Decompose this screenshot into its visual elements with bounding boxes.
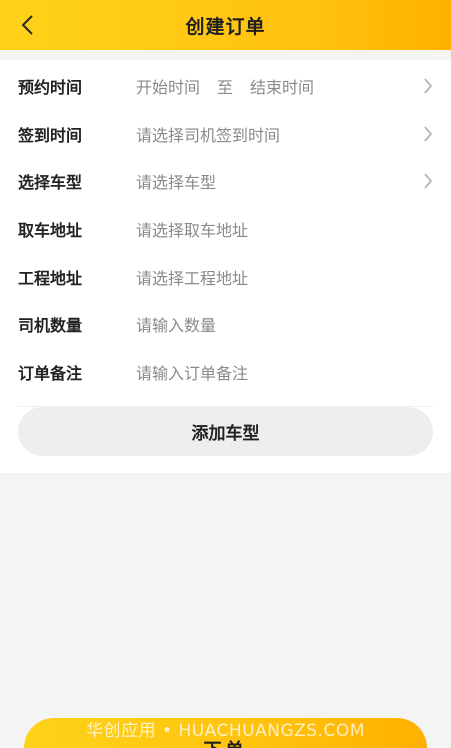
start-time-field[interactable]: 开始时间 [136,74,200,98]
chevron-right-icon [421,124,435,144]
row-order-notes[interactable]: 订单备注 请输入订单备注 [0,348,451,396]
submit-order-label: 下单 [204,736,248,748]
add-vehicle-type-button[interactable]: 添加车型 [18,407,433,456]
row-checkin-time[interactable]: 签到时间 请选择司机签到时间 [0,110,451,158]
row-reservation-time[interactable]: 预约时间 开始时间 至 结束时间 [0,62,451,110]
pickup-address-label: 取车地址 [18,221,83,240]
reservation-time-label: 预约时间 [18,78,83,97]
checkin-time-label: 签到时间 [18,126,83,145]
project-address-field[interactable]: 请选择工程地址 [136,265,248,289]
row-project-address[interactable]: 工程地址 请选择工程地址 [0,253,451,301]
row-pickup-address[interactable]: 取车地址 请选择取车地址 [0,205,451,253]
header-bar: 创建订单 [0,0,451,50]
chevron-right-icon [421,171,435,191]
chevron-right-icon [421,76,435,96]
driver-count-input[interactable]: 请输入数量 [136,312,216,336]
row-driver-count[interactable]: 司机数量 请输入数量 [0,300,451,348]
driver-count-label: 司机数量 [18,316,83,335]
range-separator: 至 [217,78,234,97]
vehicle-type-label: 选择车型 [18,173,83,192]
row-vehicle-type[interactable]: 选择车型 请选择车型 [0,157,451,205]
order-notes-input[interactable]: 请输入订单备注 [136,360,248,384]
order-notes-label: 订单备注 [18,364,83,383]
project-address-label: 工程地址 [18,269,83,288]
pickup-address-field[interactable]: 请选择取车地址 [136,217,248,241]
vehicle-type-field[interactable]: 请选择车型 [136,169,216,193]
back-button[interactable] [14,11,40,39]
chevron-left-icon [21,15,33,35]
reservation-time-range: 开始时间 至 结束时间 [136,74,314,98]
order-form: 预约时间 开始时间 至 结束时间 签到时间 请选择司机签到时间 选择车型 请选择… [0,60,451,473]
end-time-field[interactable]: 结束时间 [250,74,314,98]
page-title: 创建订单 [185,15,266,38]
submit-order-button[interactable]: 下单 [24,718,427,748]
checkin-time-field[interactable]: 请选择司机签到时间 [136,122,280,146]
